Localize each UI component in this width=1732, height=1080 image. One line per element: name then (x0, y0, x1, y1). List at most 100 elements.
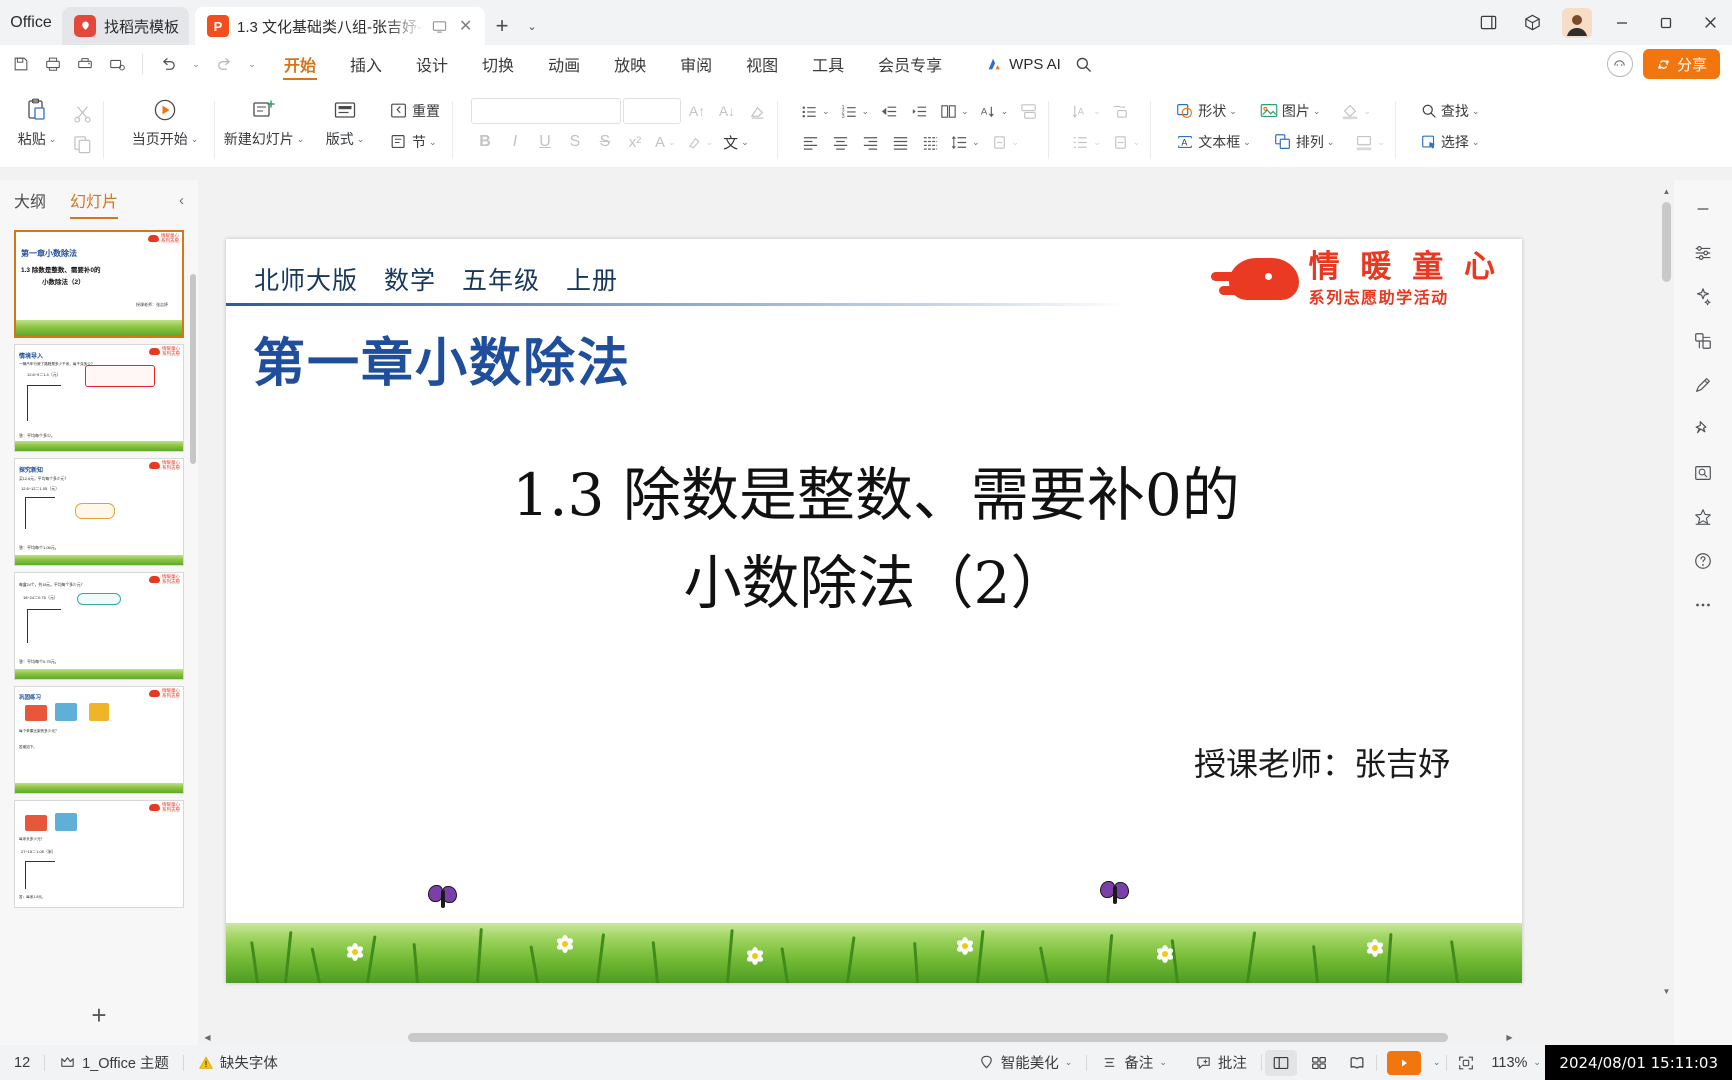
smartart-icon[interactable] (1014, 97, 1042, 125)
font-color-button[interactable]: A ⌄ (651, 128, 680, 156)
browser-tab-presentation[interactable]: P 1.3 文化基础类八组-张吉妤-阶 ✕ (195, 7, 486, 45)
scroll-right-icon[interactable]: ▶ (1502, 1030, 1517, 1045)
slide-thumbnail-3[interactable]: 情暖童心 系列志愿 探究新知 买12.6元，平均每个多少元？ 12.6÷12＝1.… (14, 458, 184, 566)
play-slideshow-button[interactable]: ⌄ (1377, 1045, 1447, 1080)
strikethrough-button[interactable]: S (591, 128, 619, 156)
fill-icon[interactable]: ⌄ (1336, 97, 1375, 125)
tab-view[interactable]: 视图 (729, 45, 795, 83)
slide-thumbnail-1[interactable]: 情暖童心 系列志愿 第一章小数除法 1.3 除数是整数、需要补0的 小数除法（2）… (14, 230, 184, 338)
arrange-button[interactable]: 排列 ⌄ (1267, 128, 1341, 156)
save-icon[interactable] (6, 49, 36, 79)
sort-icon[interactable]: A ⌄ (1067, 97, 1105, 125)
redo-icon[interactable] (209, 49, 239, 79)
sidebar-toggle-icon[interactable] (1466, 0, 1510, 45)
columns-icon[interactable]: ⌄ (935, 97, 973, 125)
outline-icon[interactable]: ⌄ (1350, 128, 1389, 156)
align-left-icon[interactable] (796, 128, 824, 156)
grow-font-icon[interactable]: A↑ (683, 97, 711, 125)
scroll-thumb[interactable] (408, 1033, 1448, 1042)
tab-start[interactable]: 开始 (267, 45, 333, 83)
increase-indent-icon[interactable] (905, 97, 933, 125)
minimize-panel-icon[interactable] (1686, 194, 1720, 224)
select-button[interactable]: 选择 ⌄ (1414, 128, 1486, 156)
bullet-list-icon[interactable]: ⌄ (796, 97, 834, 125)
more-icon[interactable] (1686, 590, 1720, 620)
clear-format-icon[interactable] (743, 97, 771, 125)
list-level-icon[interactable]: ⌄ (1067, 128, 1105, 156)
tab-tools[interactable]: 工具 (795, 45, 861, 83)
close-window-icon[interactable] (1688, 0, 1732, 45)
chevron-left-icon[interactable]: ‹ (179, 192, 184, 209)
magic-wand-icon[interactable] (1686, 282, 1720, 312)
text-direction-icon[interactable]: A ⌄ (975, 97, 1013, 125)
new-tab-button[interactable]: + (485, 7, 519, 45)
paste-button[interactable]: 粘贴 ⌄ (6, 89, 68, 159)
tab-animation[interactable]: 动画 (531, 45, 597, 83)
align-text-icon[interactable]: ⌄ (986, 128, 1024, 156)
cut-icon[interactable] (68, 99, 97, 127)
pin-icon[interactable] (1686, 414, 1720, 444)
print-icon[interactable] (70, 49, 100, 79)
reading-view-icon[interactable] (1341, 1050, 1373, 1076)
decrease-indent-icon[interactable] (875, 97, 903, 125)
slide-main-title[interactable]: 1.3 除数是整数、需要补0的 小数除法（2） (286, 451, 1466, 627)
add-slide-button[interactable]: + (0, 995, 198, 1035)
tab-slideshow[interactable]: 放映 (597, 45, 663, 83)
chevron-down-icon[interactable]: ⌄ (519, 7, 545, 45)
scroll-up-icon[interactable]: ▲ (1659, 184, 1674, 199)
superscript-button[interactable]: x² (621, 128, 649, 156)
slide-chapter-title[interactable]: 第一章小数除法 (253, 321, 631, 396)
canvas-vertical-scrollbar[interactable]: ▲ ▼ (1659, 180, 1674, 1025)
canvas-horizontal-scrollbar[interactable]: ◀ ▶ (198, 1030, 1519, 1045)
font-size-select[interactable] (623, 98, 681, 124)
text-convert-icon[interactable] (1107, 97, 1135, 125)
zoom-level[interactable]: 113% ⌄ (1485, 1045, 1547, 1080)
tab-member[interactable]: 会员专享 (861, 45, 959, 83)
slide-thumbnail-6[interactable]: 情暖童心 系列志愿 每米长多少元？ 27÷15＝1.08（米） 答：每米1.8元。 (14, 800, 184, 908)
slide-thumbnail-5[interactable]: 情暖童心 系列志愿 巩固练习 每个苹果比梨贵多少元？ 答案如下。 (14, 686, 184, 794)
scroll-down-icon[interactable]: ▼ (1659, 984, 1674, 999)
shadow-button[interactable]: S (561, 128, 589, 156)
copy-icon[interactable] (68, 130, 97, 158)
start-from-current-button[interactable]: 当页开始 ⌄ (122, 89, 208, 159)
fit-to-window-button[interactable] (1447, 1045, 1485, 1080)
notes-button[interactable]: 备注 ⌄ (1087, 1045, 1181, 1080)
layout-button[interactable]: 版式 ⌄ (307, 89, 383, 159)
tab-slides[interactable]: 幻灯片 (70, 188, 119, 219)
font-family-select[interactable] (471, 98, 621, 124)
slide-teacher-text[interactable]: 授课老师：张吉妤 (1194, 739, 1450, 785)
monitor-icon[interactable] (432, 17, 449, 35)
undo-dropdown[interactable]: ⌄ (185, 49, 207, 79)
print-setup-icon[interactable] (102, 49, 132, 79)
minimize-icon[interactable] (1600, 0, 1644, 45)
template-icon[interactable] (1686, 502, 1720, 532)
line-spacing-icon[interactable]: ⌄ (946, 128, 984, 156)
scroll-thumb[interactable] (1662, 202, 1671, 282)
picture-button[interactable]: 图片 ⌄ (1253, 97, 1327, 125)
align-right-icon[interactable] (856, 128, 884, 156)
search-icon[interactable] (1069, 49, 1099, 79)
smile-icon[interactable] (1606, 51, 1633, 77)
pinyin-guide-button[interactable]: 文 ⌄ (719, 128, 753, 156)
distribute-icon[interactable] (916, 128, 944, 156)
tab-review[interactable]: 审阅 (663, 45, 729, 83)
tab-outline[interactable]: 大纲 (14, 188, 46, 216)
cube-icon[interactable] (1510, 0, 1554, 45)
slide-canvas-area[interactable]: 北师大版 数学 五年级 上册 情 暖 童 心 系列志愿助学活动 第一章小数除法 … (198, 180, 1534, 1045)
section-button[interactable]: 节 ⌄ (383, 128, 443, 156)
close-icon[interactable]: ✕ (456, 16, 475, 36)
browser-tab-templates[interactable]: 找稻壳模板 (62, 7, 190, 45)
help-icon[interactable] (1686, 546, 1720, 576)
tab-transition[interactable]: 切换 (465, 45, 531, 83)
shape-tools-icon[interactable] (1686, 326, 1720, 356)
comments-button[interactable]: 批注 (1181, 1045, 1261, 1080)
tab-insert[interactable]: 插入 (333, 45, 399, 83)
slide-logo[interactable]: 情 暖 童 心 系列志愿助学活动 (1210, 251, 1500, 308)
maximize-icon[interactable] (1644, 0, 1688, 45)
bold-button[interactable]: B (471, 128, 499, 156)
slide-sorter-icon[interactable] (1303, 1050, 1335, 1076)
numbered-list-icon[interactable]: 1 2 3 ⌄ (836, 97, 874, 125)
vertical-align-icon[interactable]: ⌄ (1107, 128, 1145, 156)
shape-button[interactable]: 形状 ⌄ (1169, 97, 1243, 125)
properties-icon[interactable] (1686, 238, 1720, 268)
